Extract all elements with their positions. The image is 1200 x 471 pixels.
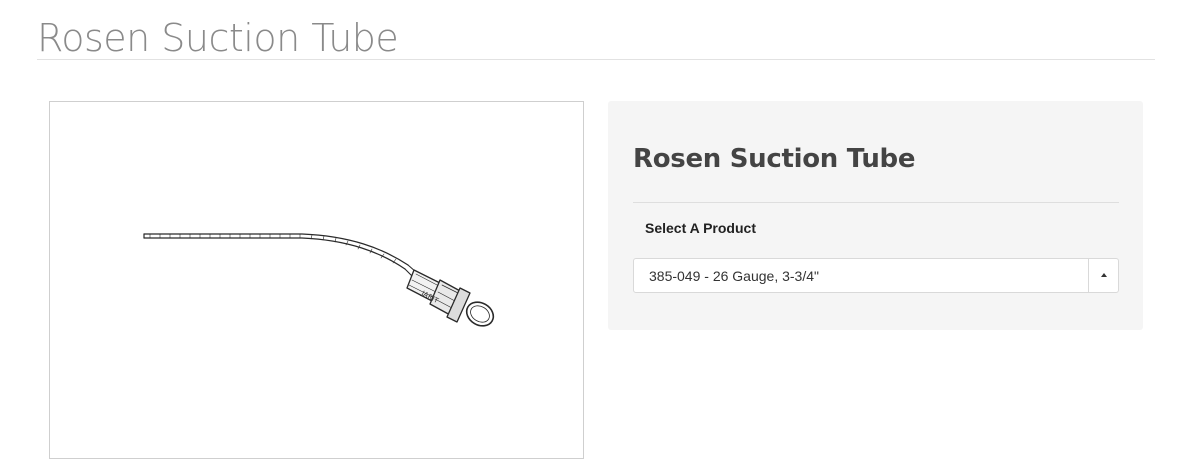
panel-divider	[633, 202, 1119, 203]
select-product-label: Select A Product	[645, 220, 756, 236]
title-divider	[37, 59, 1155, 60]
page-title: Rosen Suction Tube	[37, 16, 399, 60]
product-image-frame: JARIT	[49, 101, 584, 459]
product-select[interactable]: 385-049 - 26 Gauge, 3-3/4"	[633, 258, 1119, 293]
caret-up-icon[interactable]	[1088, 259, 1118, 292]
suction-tube-illustration: JARIT	[143, 233, 495, 327]
selected-product-value: 385-049 - 26 Gauge, 3-3/4"	[649, 268, 819, 284]
product-page: Rosen Suction Tube JARIT Rosen Suction T…	[0, 0, 1200, 471]
product-options-panel: Rosen Suction Tube Select A Product 385-…	[608, 101, 1143, 330]
product-title: Rosen Suction Tube	[633, 144, 916, 174]
